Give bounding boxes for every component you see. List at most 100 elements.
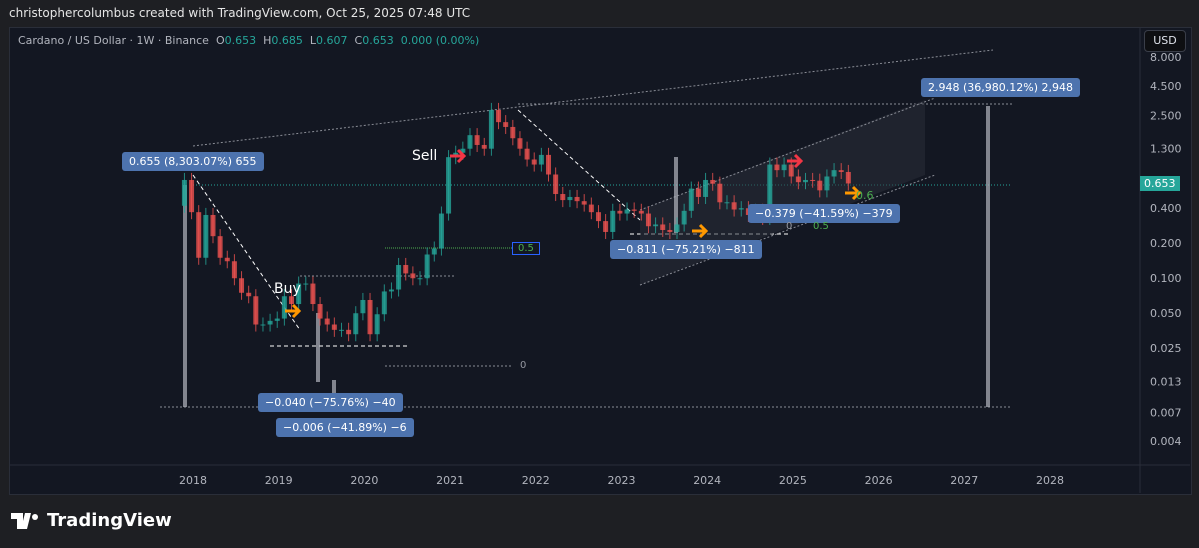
candle-body <box>467 135 473 149</box>
price-tick-label: 2.500 <box>1150 110 1182 123</box>
candle-body <box>803 179 809 183</box>
price-tick-label: 0.200 <box>1150 237 1182 250</box>
candle-body <box>631 209 637 211</box>
time-tick-label: 2018 <box>179 474 207 487</box>
candle-body <box>510 126 516 139</box>
candle-body <box>474 135 480 145</box>
candle-body <box>281 296 287 319</box>
price-tick-label: 0.007 <box>1150 407 1182 420</box>
tradingview-logo-icon <box>11 512 38 529</box>
candle-body <box>267 320 273 325</box>
candle-body <box>231 261 237 279</box>
candle-body <box>274 318 280 321</box>
candle-body <box>710 179 716 184</box>
candle-body <box>703 179 709 197</box>
measure-bar-2 <box>316 313 320 382</box>
fib-level-05: 0.5 <box>512 242 540 255</box>
candle-body <box>438 213 444 249</box>
measure-label-1[interactable]: 0.655 (8,303.07%) 655 <box>122 152 264 171</box>
candle-body <box>338 329 344 331</box>
open-value: 0.653 <box>224 34 257 47</box>
time-tick-label: 2021 <box>436 474 464 487</box>
measure-label-4[interactable]: −0.811 (−75.21%) −811 <box>610 240 762 259</box>
candle-body <box>331 324 337 330</box>
tradingview-logo: TradingView <box>11 510 172 531</box>
time-tick-label: 2028 <box>1036 474 1064 487</box>
price-tick-label: 1.300 <box>1150 143 1182 156</box>
fib-level-0: 0 <box>520 360 527 371</box>
high-value: 0.685 <box>271 34 303 47</box>
candle-body <box>360 299 366 314</box>
candle-body <box>788 164 794 177</box>
price-tick-label: 0.004 <box>1150 435 1182 448</box>
candle-body <box>181 179 187 206</box>
candle-body <box>546 154 552 175</box>
candle-body <box>774 164 780 171</box>
fib-level-05-b: 0.5 <box>813 221 829 232</box>
candle-body <box>781 164 787 171</box>
time-tick-label: 2023 <box>608 474 636 487</box>
price-tick-label: 0.400 <box>1150 202 1182 215</box>
measure-bar-6 <box>986 106 990 407</box>
sell-text: Sell <box>412 148 438 164</box>
candle-body <box>381 291 387 315</box>
fib-level-06: 0.6 <box>856 189 874 202</box>
open-label: O <box>215 34 225 47</box>
candle-body <box>731 202 737 210</box>
candle-body <box>346 329 352 335</box>
price-tick-label: 8.000 <box>1150 51 1182 64</box>
candle-body <box>503 122 509 127</box>
candle-body <box>353 313 359 335</box>
candle-body <box>695 188 701 197</box>
candle-body <box>367 299 373 335</box>
candle-body <box>239 278 245 293</box>
currency-button[interactable]: USD <box>1144 30 1186 52</box>
candle-body <box>538 154 544 165</box>
candle-body <box>817 180 823 191</box>
candle-body <box>410 273 416 279</box>
price-tick-label: 0.013 <box>1150 375 1182 388</box>
candle-body <box>824 176 830 191</box>
candle-body <box>481 144 487 149</box>
candle-body <box>310 283 316 305</box>
measure-label-3[interactable]: −0.006 (−41.89%) −6 <box>276 418 414 437</box>
candle-body <box>610 210 616 232</box>
candle-body <box>838 170 844 172</box>
candle-body <box>681 210 687 225</box>
candle-body <box>253 296 259 325</box>
candle-body <box>588 204 594 213</box>
time-tick-label: 2024 <box>693 474 721 487</box>
buy-text: Buy <box>274 281 301 297</box>
candle-body <box>660 224 666 230</box>
candle-body <box>638 210 644 214</box>
price-tick-label: 0.050 <box>1150 307 1182 320</box>
candle-body <box>624 209 630 214</box>
candle-body <box>496 109 502 123</box>
measure-label-2[interactable]: −0.040 (−75.76%) −40 <box>258 393 403 412</box>
time-tick-label: 2026 <box>865 474 893 487</box>
symbol-name: Cardano / US Dollar · 1W · Binance <box>18 34 209 47</box>
price-tick-label: 4.500 <box>1150 80 1182 93</box>
candle-body <box>531 159 537 165</box>
time-tick-label: 2027 <box>950 474 978 487</box>
time-tick-label: 2019 <box>265 474 293 487</box>
candle-body <box>324 318 330 325</box>
candle-body <box>845 171 851 184</box>
candle-body <box>674 224 680 232</box>
close-value: 0.653 <box>362 34 394 47</box>
candle-body <box>553 174 559 195</box>
candle-body <box>189 179 195 213</box>
candle-body <box>224 257 230 262</box>
candle-body <box>524 148 530 160</box>
fib-level-0-b: 0 <box>786 221 793 232</box>
time-tick-label: 2020 <box>350 474 378 487</box>
current-price-tag: 0.653 <box>1140 176 1180 191</box>
candle-body <box>203 214 209 258</box>
candle-body <box>396 264 402 290</box>
time-tick-label: 2025 <box>779 474 807 487</box>
candle-body <box>738 208 744 210</box>
sell-arrow-icon <box>450 148 467 164</box>
candle-body <box>717 183 723 203</box>
measure-label-6[interactable]: 2.948 (36,980.12%) 2,948 <box>921 78 1080 97</box>
candle-body <box>795 176 801 183</box>
